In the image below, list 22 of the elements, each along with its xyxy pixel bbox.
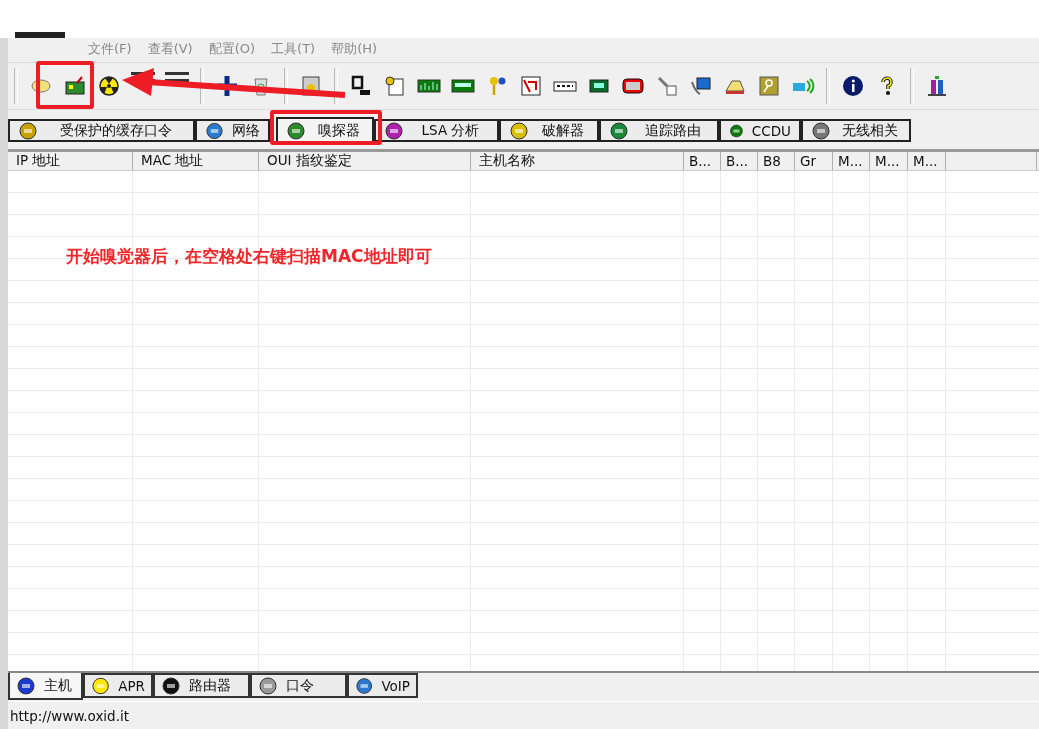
tab[interactable]: 无线相关	[801, 119, 911, 142]
tab[interactable]: 路由器	[153, 673, 250, 698]
tab[interactable]: 嗅探器	[276, 117, 374, 142]
tab[interactable]: CCDU	[719, 119, 801, 142]
highlight-frame	[36, 61, 94, 109]
tab[interactable]: APR	[83, 673, 153, 698]
base64-icon	[349, 74, 373, 98]
tab[interactable]: 网络	[195, 119, 270, 142]
tab[interactable]: 破解器	[499, 119, 599, 142]
tab[interactable]: VoIP	[347, 673, 418, 698]
chart-icon	[519, 74, 543, 98]
tab[interactable]: LSA 分析	[374, 119, 499, 142]
exit-door-icon	[925, 74, 949, 98]
tab[interactable]: 口令	[250, 673, 347, 698]
key-card-icon	[757, 74, 781, 98]
tab[interactable]: 主机	[8, 673, 83, 700]
annotation-note: 开始嗅觉器后，在空格处右键扫描MAC地址即可	[66, 245, 432, 268]
key-document-icon	[383, 74, 407, 98]
info-icon	[841, 74, 865, 98]
tab[interactable]: 受保护的缓存口令	[8, 119, 195, 142]
tab[interactable]: 追踪路由	[599, 119, 719, 142]
window-edge	[15, 32, 65, 38]
